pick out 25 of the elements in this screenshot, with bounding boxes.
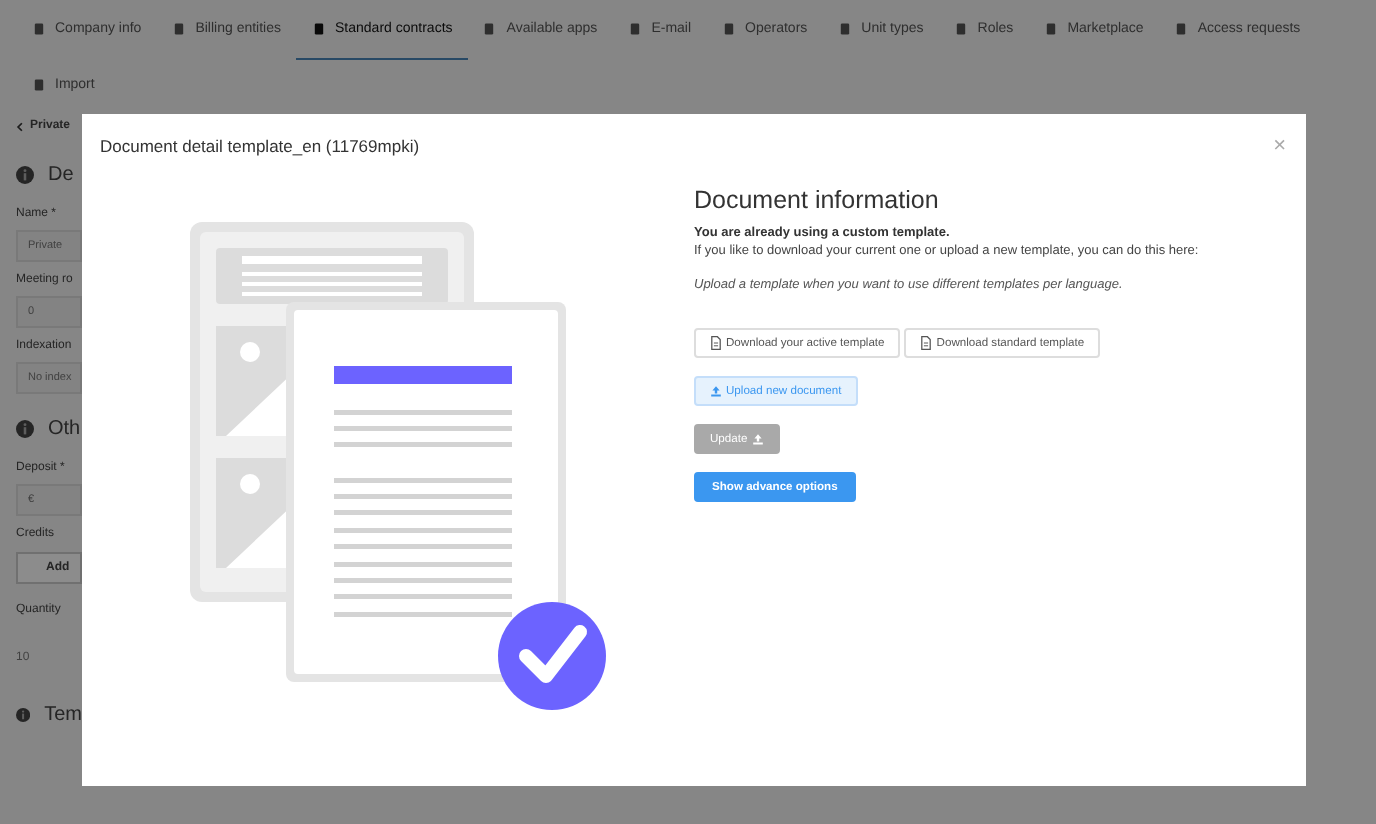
section-title: De [48, 163, 74, 185]
upload-icon [710, 384, 722, 398]
info-icon [16, 165, 34, 183]
tab-icon [837, 22, 852, 36]
file-icon [710, 336, 722, 350]
upload-icon [751, 432, 764, 446]
info-icon [16, 705, 31, 723]
tab-icon [721, 22, 736, 36]
dialog-title: Document detail template_en (11769mpki) [100, 136, 420, 156]
close-button[interactable]: × [1273, 134, 1286, 158]
section-title: Oth [48, 417, 81, 439]
section-title: Tem [44, 703, 82, 725]
tab-icon [627, 22, 642, 36]
back-chevron-icon [16, 121, 24, 131]
tab-icon [1173, 22, 1188, 36]
section-heading: Document information [694, 186, 941, 214]
tab-icon [482, 22, 497, 36]
tab-icon [171, 22, 186, 36]
file-icon [920, 336, 933, 350]
info-icon [16, 419, 34, 437]
tab-icon [1043, 22, 1058, 36]
tab-icon [31, 22, 45, 36]
import-icon [31, 78, 45, 92]
tab-icon [311, 22, 326, 36]
tab-icon [953, 22, 968, 36]
